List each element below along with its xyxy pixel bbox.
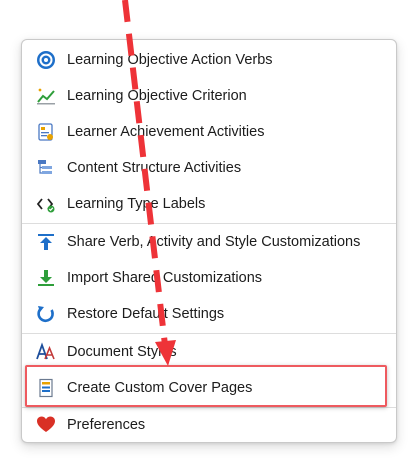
menu-item-learning-type-labels[interactable]: Learning Type Labels	[22, 187, 396, 221]
menu-item-label: Import Shared Customizations	[67, 270, 263, 286]
label-tag-icon	[35, 193, 57, 215]
menu-separator	[22, 223, 396, 224]
menu-item-share-customizations[interactable]: Share Verb, Activity and Style Customiza…	[22, 225, 396, 259]
menu-item-preferences[interactable]: Preferences	[22, 408, 396, 442]
menu-item-criterion[interactable]: Learning Objective Criterion	[22, 79, 396, 113]
structure-icon	[35, 157, 57, 179]
menu-item-restore-defaults[interactable]: Restore Default Settings	[22, 297, 396, 331]
arrow-down-icon	[35, 267, 57, 289]
arrow-up-icon	[35, 231, 57, 253]
menu-item-document-styles[interactable]: Document Styles	[22, 335, 396, 369]
menu-item-label: Learning Objective Criterion	[67, 88, 247, 104]
context-menu: Learning Objective Action Verbs Learning…	[21, 39, 397, 443]
menu-item-label: Learning Objective Action Verbs	[67, 52, 273, 68]
menu-item-label: Learning Type Labels	[67, 196, 206, 212]
document-styles-icon	[35, 341, 57, 363]
menu-item-content-structure[interactable]: Content Structure Activities	[22, 151, 396, 185]
menu-item-action-verbs[interactable]: Learning Objective Action Verbs	[22, 43, 396, 77]
menu-item-label: Preferences	[67, 417, 146, 433]
menu-item-create-cover-pages[interactable]: Create Custom Cover Pages	[22, 371, 396, 405]
menu-item-label: Create Custom Cover Pages	[67, 380, 253, 396]
cover-page-icon	[35, 377, 57, 399]
menu-item-label: Share Verb, Activity and Style Customiza…	[67, 234, 361, 250]
menu-item-label: Restore Default Settings	[67, 306, 225, 322]
trend-chart-icon	[35, 85, 57, 107]
menu-item-label: Content Structure Activities	[67, 160, 242, 176]
heart-icon	[35, 414, 57, 436]
menu-item-import-customizations[interactable]: Import Shared Customizations	[22, 261, 396, 295]
target-icon	[35, 49, 57, 71]
menu-separator	[22, 333, 396, 334]
menu-item-label: Document Styles	[67, 344, 177, 360]
achievement-icon	[35, 121, 57, 143]
menu-item-achievement[interactable]: Learner Achievement Activities	[22, 115, 396, 149]
restore-icon	[35, 303, 57, 325]
menu-item-label: Learner Achievement Activities	[67, 124, 265, 140]
